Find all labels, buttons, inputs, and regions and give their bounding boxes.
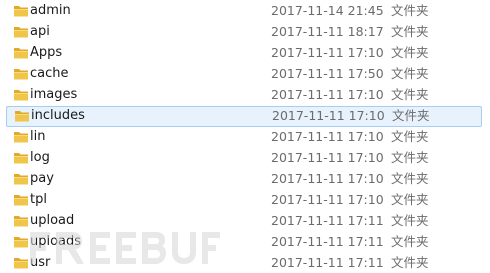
- modified-date: 2017-11-11 17:10: [271, 129, 384, 144]
- folder-icon: [14, 195, 28, 206]
- file-type: 文件夹: [391, 171, 429, 186]
- file-row-images[interactable]: images 2017-11-11 17:10 文件夹: [0, 85, 490, 106]
- file-name: upload: [30, 213, 75, 228]
- file-name: log: [30, 150, 50, 165]
- file-row-admin[interactable]: admin 2017-11-14 21:45 文件夹: [0, 1, 490, 22]
- file-type: 文件夹: [391, 3, 429, 18]
- file-row-uploads[interactable]: uploads 2017-11-11 17:11 文件夹: [0, 232, 490, 253]
- file-name: Apps: [30, 45, 63, 60]
- file-row-usr[interactable]: usr 2017-11-11 17:11 文件夹: [0, 253, 490, 273]
- modified-date: 2017-11-11 17:11: [271, 213, 384, 228]
- modified-date: 2017-11-11 17:10: [271, 171, 384, 186]
- folder-icon: [14, 69, 28, 80]
- folder-icon: [14, 237, 28, 248]
- file-row-upload[interactable]: upload 2017-11-11 17:11 文件夹: [0, 211, 490, 232]
- file-row-apps[interactable]: Apps 2017-11-11 17:10 文件夹: [0, 43, 490, 64]
- file-row-tpl[interactable]: tpl 2017-11-11 17:10 文件夹: [0, 190, 490, 211]
- modified-date: 2017-11-11 17:50: [271, 66, 384, 81]
- file-row-cache[interactable]: cache 2017-11-11 17:50 文件夹: [0, 64, 490, 85]
- file-row-pay[interactable]: pay 2017-11-11 17:10 文件夹: [0, 169, 490, 190]
- folder-icon: [14, 132, 28, 143]
- file-type: 文件夹: [391, 45, 429, 60]
- file-row-log[interactable]: log 2017-11-11 17:10 文件夹: [0, 148, 490, 169]
- file-type: 文件夹: [391, 150, 429, 165]
- modified-date: 2017-11-11 17:10: [271, 192, 384, 207]
- folder-icon: [14, 216, 28, 227]
- folder-icon: [14, 48, 28, 59]
- file-name: includes: [31, 108, 85, 123]
- folder-icon: [14, 90, 28, 101]
- file-row-includes[interactable]: includes 2017-11-11 17:10 文件夹: [6, 106, 482, 127]
- folder-icon: [14, 258, 28, 269]
- file-name: images: [30, 87, 78, 102]
- folder-icon: [14, 6, 28, 17]
- file-type: 文件夹: [391, 66, 429, 81]
- file-row-lin[interactable]: lin 2017-11-11 17:10 文件夹: [0, 127, 490, 148]
- folder-icon: [14, 27, 28, 38]
- file-type: 文件夹: [391, 87, 429, 102]
- file-list: admin 2017-11-14 21:45 文件夹 api 2017-11-1…: [0, 0, 490, 273]
- file-type: 文件夹: [391, 255, 429, 270]
- folder-icon: [15, 111, 29, 122]
- file-type: 文件夹: [391, 234, 429, 249]
- folder-icon: [14, 174, 28, 185]
- modified-date: 2017-11-14 21:45: [271, 3, 384, 18]
- file-name: usr: [30, 255, 51, 270]
- file-name: admin: [30, 3, 71, 18]
- modified-date: 2017-11-11 17:11: [271, 255, 384, 270]
- modified-date: 2017-11-11 17:10: [271, 87, 384, 102]
- file-name: api: [30, 24, 50, 39]
- file-name: uploads: [30, 234, 82, 249]
- file-name: tpl: [30, 192, 47, 207]
- modified-date: 2017-11-11 17:10: [272, 108, 385, 123]
- modified-date: 2017-11-11 17:11: [271, 234, 384, 249]
- file-name: cache: [30, 66, 69, 81]
- file-row-api[interactable]: api 2017-11-11 18:17 文件夹: [0, 22, 490, 43]
- folder-icon: [14, 153, 28, 164]
- file-type: 文件夹: [391, 213, 429, 228]
- file-type: 文件夹: [391, 24, 429, 39]
- file-name: lin: [30, 129, 46, 144]
- file-type: 文件夹: [391, 129, 429, 144]
- file-type: 文件夹: [391, 192, 429, 207]
- file-name: pay: [30, 171, 54, 186]
- modified-date: 2017-11-11 18:17: [271, 24, 384, 39]
- modified-date: 2017-11-11 17:10: [271, 150, 384, 165]
- modified-date: 2017-11-11 17:10: [271, 45, 384, 60]
- file-type: 文件夹: [392, 108, 430, 123]
